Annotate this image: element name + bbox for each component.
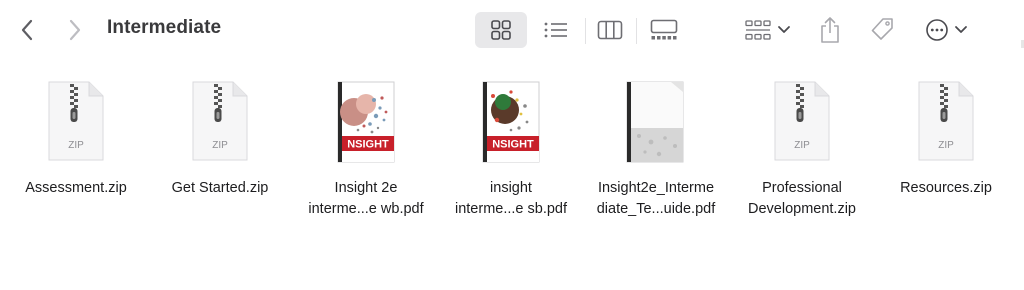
list-icon [544, 22, 567, 38]
file-item[interactable]: ZIP Assessment.zip [4, 80, 148, 199]
tag-button[interactable] [862, 12, 902, 48]
pdf-cover-thumbnail: NSIGHT [326, 80, 406, 168]
pdf-cover-thumbnail: NSIGHT [471, 80, 551, 168]
zip-file-icon: ZIP [36, 80, 116, 168]
more-actions-button[interactable] [918, 12, 974, 48]
ellipsis-circle-icon [925, 19, 948, 41]
gallery-view-button[interactable] [640, 12, 688, 48]
share-button[interactable] [810, 12, 850, 48]
file-item[interactable]: ZIP Get Started.zip [148, 80, 292, 199]
zip-file-icon: ZIP [762, 80, 842, 168]
file-name: Assessment.zip [25, 180, 127, 196]
file-item[interactable]: ZIP Professional Development.zip [730, 80, 874, 220]
grid-icon [491, 20, 511, 40]
svg-text:NSIGHT: NSIGHT [347, 139, 389, 151]
zip-file-icon: ZIP [180, 80, 260, 168]
window-title: Intermediate [107, 17, 222, 38]
file-item[interactable]: NSIGHT Insight 2e interme...e wb.pdf [294, 80, 438, 220]
toolbar: Intermediate [0, 0, 1024, 62]
chevron-down-icon [778, 26, 790, 33]
back-button[interactable] [12, 14, 42, 46]
share-icon [821, 17, 839, 43]
zip-badge: ZIP [794, 140, 810, 151]
columns-icon [597, 20, 623, 40]
file-name: Resources.zip [900, 180, 992, 196]
toolbar-divider [636, 18, 637, 44]
group-grid-icon [745, 20, 771, 40]
column-view-button[interactable] [588, 12, 632, 48]
file-item[interactable]: Insight2e_Interme diate_Te...uide.pdf [584, 80, 728, 220]
icon-view-button[interactable] [475, 12, 527, 48]
group-by-button[interactable] [740, 12, 796, 48]
svg-text:NSIGHT: NSIGHT [492, 139, 534, 151]
zip-file-icon: ZIP [906, 80, 986, 168]
forward-button[interactable] [60, 14, 90, 46]
file-name: Get Started.zip [171, 180, 269, 196]
chevron-down-icon [954, 26, 967, 33]
gallery-icon [650, 19, 678, 40]
zip-badge: ZIP [938, 140, 954, 151]
file-name: Professional Development.zip [748, 180, 856, 217]
pdf-document-thumbnail [616, 80, 696, 168]
toolbar-divider [585, 18, 586, 44]
file-name: insight interme...e sb.pdf [454, 180, 568, 217]
file-item[interactable]: NSIGHT insight interme...e sb.pdf [439, 80, 583, 220]
tag-icon [871, 18, 893, 40]
file-item[interactable]: ZIP Resources.zip [874, 80, 1018, 199]
file-grid: ZIP Assessment.zip ZIP Get Started.zip N… [0, 80, 1024, 230]
file-name: Insight 2e interme...e wb.pdf [308, 180, 424, 217]
chevron-left-icon [21, 19, 33, 41]
chevron-right-icon [69, 19, 81, 41]
zip-badge: ZIP [68, 140, 84, 151]
file-name: Insight2e_Interme diate_Te...uide.pdf [596, 180, 716, 217]
zip-badge: ZIP [212, 140, 228, 151]
list-view-button[interactable] [531, 12, 581, 48]
